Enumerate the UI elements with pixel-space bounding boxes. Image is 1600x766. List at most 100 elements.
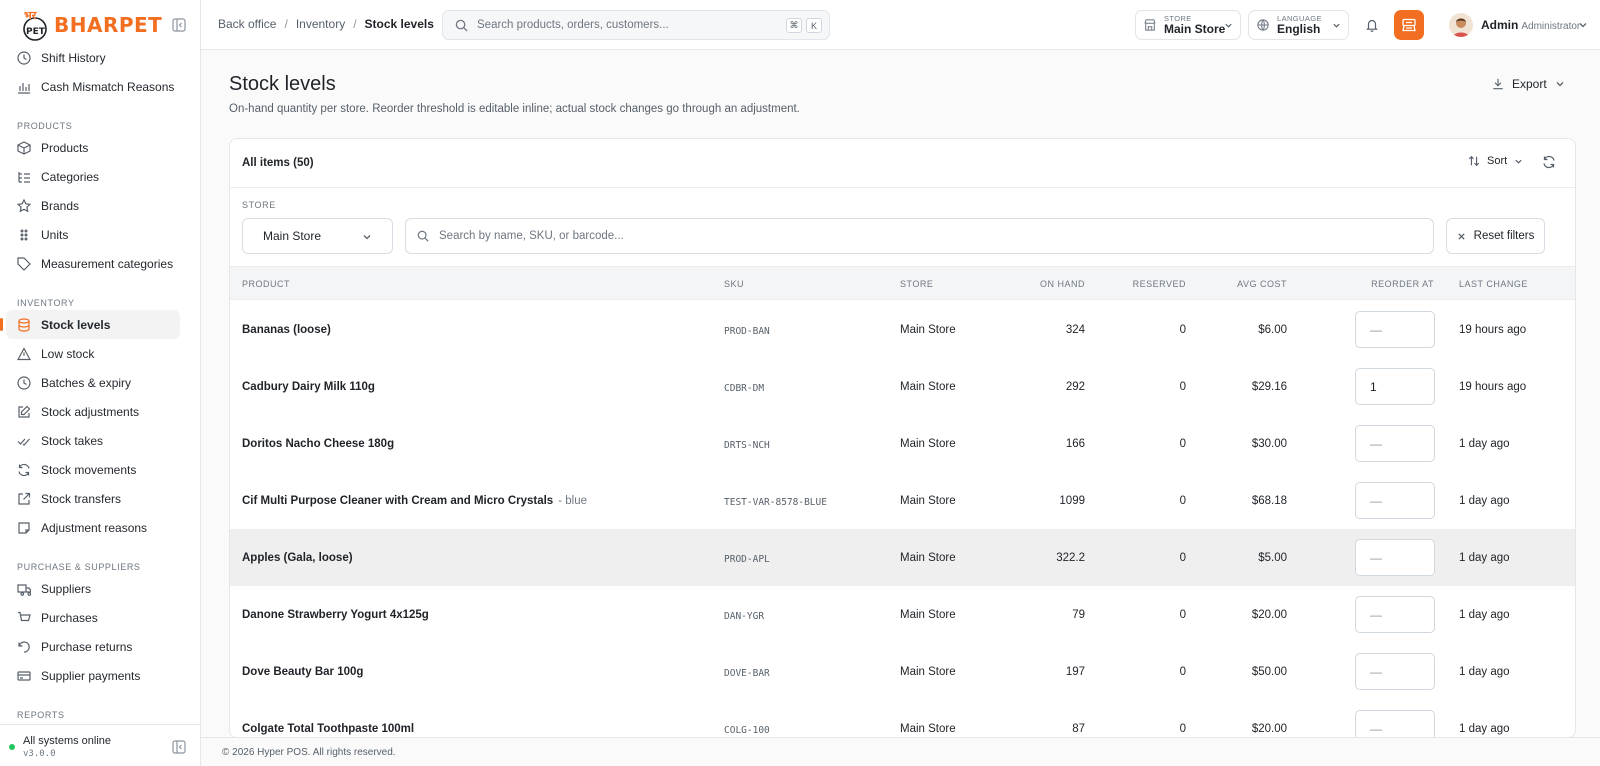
avatar[interactable] — [1449, 13, 1473, 37]
chevron-down-icon — [1515, 159, 1522, 164]
sidebar-item-stock-movements[interactable]: Stock movements — [6, 455, 180, 484]
column-sku[interactable]: SKU — [724, 279, 744, 289]
avg-cost-cell: $6.00 — [1258, 324, 1287, 336]
reorder-at-input[interactable] — [1355, 596, 1435, 633]
sidebar-toggle-icon[interactable] — [172, 740, 186, 754]
sidebar-item-stock-levels[interactable]: Stock levels — [0, 310, 180, 339]
language-switcher[interactable]: Language English — [1248, 10, 1349, 40]
on-hand-cell: 292 — [1065, 381, 1085, 393]
item-search-input[interactable] — [439, 230, 1339, 242]
stock-levels-card: All items (50) Sort Store Main Store Res… — [229, 138, 1576, 738]
sidebar-item-label: Units — [41, 227, 69, 242]
store-icon — [1144, 19, 1156, 31]
store-cell: Main Store — [900, 381, 956, 393]
sidebar-item-suppliers[interactable]: Suppliers — [6, 574, 180, 603]
sort-icon — [1468, 155, 1480, 167]
sidebar-item-label: Purchases — [41, 610, 98, 625]
page-subtitle: On-hand quantity per store. Reorder thre… — [229, 103, 800, 115]
breadcrumb-inventory[interactable]: Inventory — [296, 17, 345, 31]
pos-terminal-icon — [1402, 18, 1416, 32]
chevron-down-icon[interactable] — [1578, 20, 1588, 30]
open-pos-button[interactable] — [1394, 10, 1424, 40]
product-name[interactable]: Colgate Total Toothpaste 100ml — [242, 723, 414, 735]
sidebar-item-batches-and-expiry[interactable]: Batches & expiry — [6, 368, 180, 397]
sidebar-item-label: Suppliers — [41, 581, 92, 596]
bell-icon[interactable] — [1365, 18, 1379, 32]
sidebar-item-brands[interactable]: Brands — [6, 191, 180, 220]
sidebar-nav: Shift History Cash Mismatch Reasons Produc… — [0, 48, 200, 724]
global-search-input[interactable] — [477, 19, 777, 31]
reorder-at-input[interactable] — [1355, 482, 1435, 519]
database-icon — [18, 317, 30, 332]
store-filter-select[interactable]: Main Store — [242, 218, 393, 254]
table-row[interactable]: Cif Multi Purpose Cleaner with Cream and… — [230, 472, 1575, 530]
column-on-hand[interactable]: On hand — [1040, 279, 1085, 289]
global-search[interactable]: ⌘ K — [442, 10, 830, 40]
reorder-at-input[interactable] — [1355, 368, 1435, 405]
table-row[interactable]: Apples (Gala, loose) PROD-APL Main Store 32… — [230, 529, 1575, 587]
avg-cost-cell: $29.16 — [1251, 381, 1287, 393]
product-name[interactable]: Dove Beauty Bar 100g — [242, 666, 363, 678]
item-search[interactable] — [405, 218, 1434, 254]
sidebar-item-adjustment-reasons[interactable]: Adjustment reasons — [6, 513, 180, 542]
sku-cell: CDBR-DM — [724, 383, 765, 394]
table-row[interactable]: Doritos Nacho Cheese 180g DRTS-NCH Main St… — [230, 415, 1575, 473]
reorder-at-input[interactable] — [1355, 710, 1435, 737]
sidebar-item-stock-takes[interactable]: Stock takes — [6, 426, 180, 455]
sidebar-item-low-stock[interactable]: Low stock — [6, 339, 180, 368]
sidebar-item-categories[interactable]: Categories — [6, 162, 180, 191]
reorder-at-input[interactable] — [1355, 539, 1435, 576]
user-menu[interactable]: Admin Administrator — [1481, 18, 1580, 32]
sku-cell: DAN-YGR — [724, 611, 765, 622]
table-row[interactable]: Bananas (loose) PROD-BAN Main Store 324 0 $6.… — [230, 301, 1575, 359]
edit-icon — [18, 405, 31, 418]
sidebar-item-stock-transfers[interactable]: Stock transfers — [6, 484, 180, 513]
sidebar-item-label: Measurement categories — [41, 256, 174, 271]
sidebar-item-measurement-categories[interactable]: Measurement categories — [6, 249, 180, 278]
store-cell: Main Store — [900, 495, 956, 507]
sort-button[interactable]: Sort — [1468, 155, 1523, 167]
product-name-text: Colgate Total Toothpaste 100ml — [242, 723, 415, 735]
reserved-cell: 0 — [1179, 438, 1186, 450]
reorder-at-input[interactable] — [1355, 425, 1435, 462]
breadcrumb-back-office[interactable]: Back office — [218, 17, 276, 31]
column-store[interactable]: Store — [900, 279, 933, 289]
product-name[interactable]: Cif Multi Purpose Cleaner with Cream and… — [242, 495, 587, 507]
sidebar-item-stock-adjustments[interactable]: Stock adjustments — [6, 397, 180, 426]
product-name[interactable]: Cadbury Dairy Milk 110g — [242, 381, 375, 393]
store-switcher[interactable]: Store Main Store — [1135, 10, 1241, 40]
brand-logo[interactable]: भर PET BHARPET — [18, 8, 162, 42]
reorder-at-input[interactable] — [1355, 311, 1435, 348]
column-product[interactable]: Product — [242, 279, 290, 289]
reorder-at-input[interactable] — [1355, 653, 1435, 690]
last-change-cell: 19 hours ago — [1459, 381, 1527, 393]
table-row[interactable]: Cadbury Dairy Milk 110g CDBR-DM Main Store… — [230, 358, 1575, 416]
shortcut-cmd-key: ⌘ — [786, 18, 802, 33]
column-reserved[interactable]: Reserved — [1133, 279, 1186, 289]
sidebar-item-products[interactable]: Products — [6, 133, 180, 162]
sidebar-item-units[interactable]: Units — [6, 220, 180, 249]
sku-cell: PROD-BAN — [724, 326, 770, 337]
refresh-icon[interactable] — [1542, 155, 1556, 169]
table-row[interactable]: Colgate Total Toothpaste 100ml COLG-100 Ma… — [230, 700, 1575, 737]
product-name[interactable]: Bananas (loose) — [242, 324, 331, 336]
column-last-change[interactable]: Last change — [1459, 279, 1528, 289]
sidebar-item-purchase-returns[interactable]: Purchase returns — [6, 632, 180, 661]
export-button[interactable]: Export — [1492, 74, 1565, 94]
table-row[interactable]: Danone Strawberry Yogurt 4x125g DAN-YGR Ma… — [230, 586, 1575, 644]
last-change-cell: 1 day ago — [1459, 609, 1510, 621]
sidebar-item-purchases[interactable]: Purchases — [6, 603, 180, 632]
table-row[interactable]: Dove Beauty Bar 100g DOVE-BAR Main Store 19… — [230, 643, 1575, 701]
sidebar-collapse-icon[interactable] — [172, 18, 186, 32]
column-avg-cost[interactable]: Avg cost — [1237, 279, 1287, 289]
column-reorder-at[interactable]: Reorder at — [1371, 279, 1434, 289]
sidebar-item-cash-mismatch-reasons[interactable]: Cash Mismatch Reasons — [6, 72, 180, 101]
page-footer — [201, 737, 1600, 766]
reset-filters-button[interactable]: Reset filters — [1446, 218, 1545, 254]
product-name[interactable]: Danone Strawberry Yogurt 4x125g — [242, 609, 429, 621]
cart-icon — [18, 611, 31, 624]
product-name[interactable]: Doritos Nacho Cheese 180g — [242, 438, 394, 450]
product-name[interactable]: Apples (Gala, loose) — [242, 552, 353, 564]
sidebar-item-supplier-payments[interactable]: Supplier payments — [6, 661, 180, 690]
sidebar-item-shift-history[interactable]: Shift History — [6, 48, 180, 72]
